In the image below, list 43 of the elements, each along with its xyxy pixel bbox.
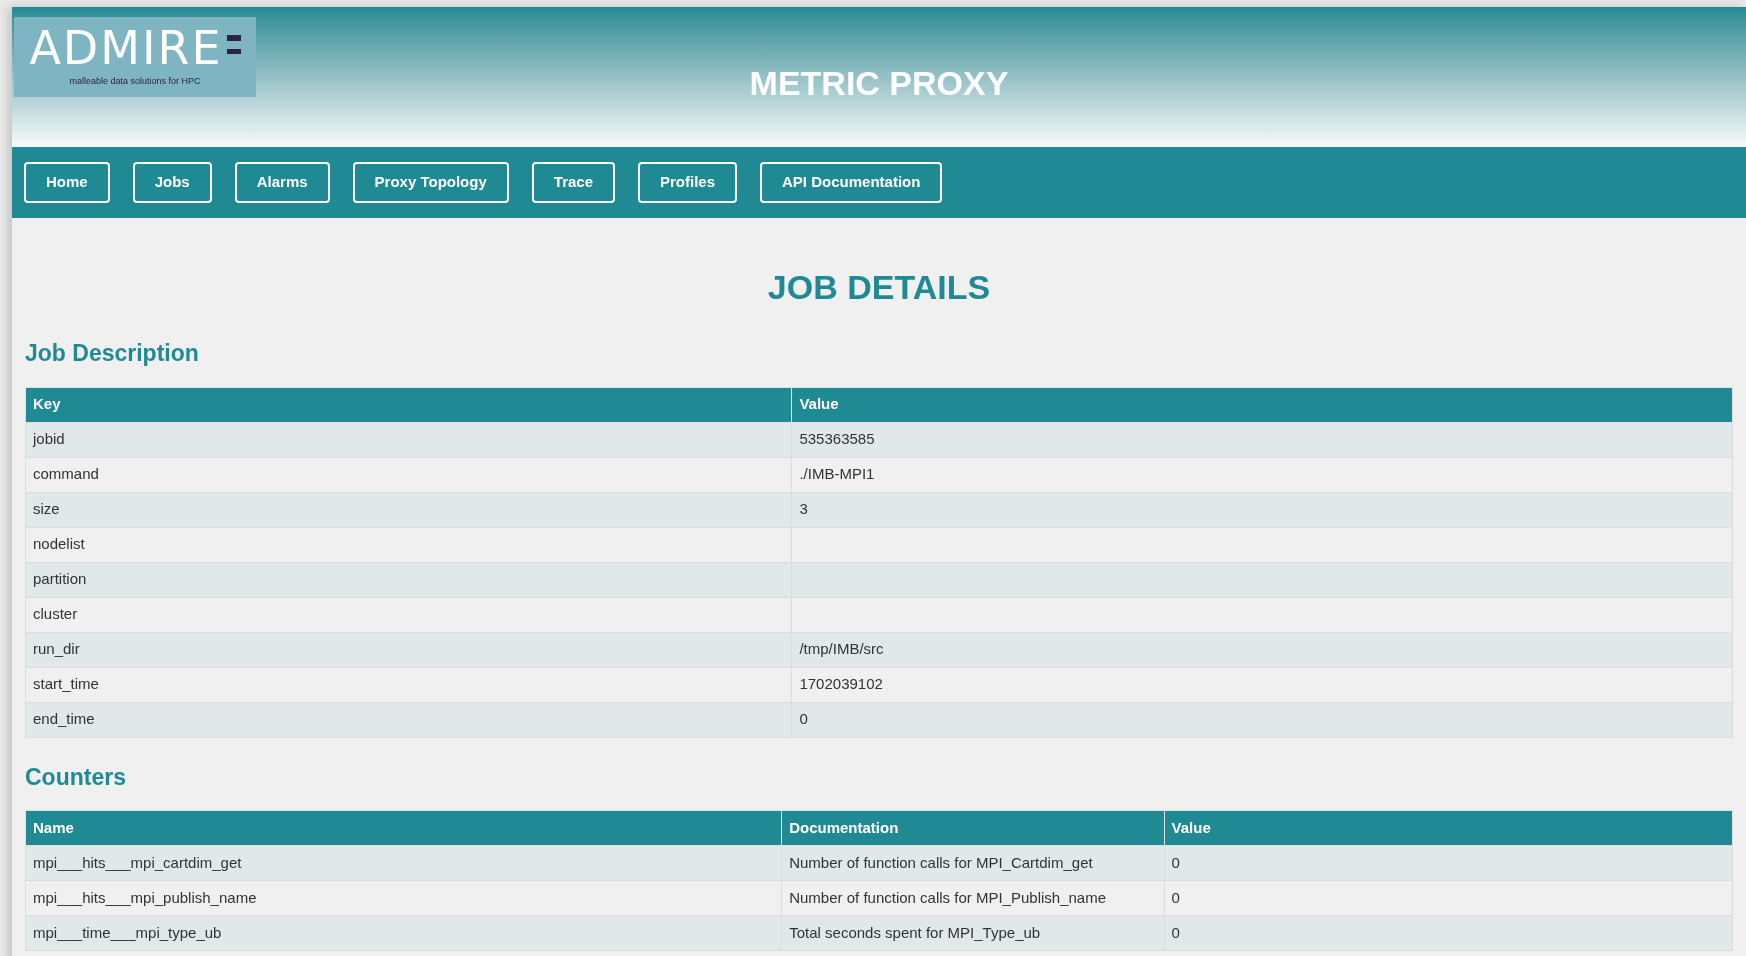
page-title: JOB DETAILS (766, 270, 992, 304)
table-cell: 0 (791, 702, 1733, 737)
table-cell: mpi___hits___mpi_publish_name (25, 880, 782, 916)
table-cell: 0 (1164, 880, 1733, 916)
table-cell: /tmp/IMB/src (791, 632, 1733, 667)
table-cell: jobid (25, 422, 792, 457)
column-header: Key (25, 387, 792, 422)
table-cell: cluster (25, 597, 792, 632)
nav-button[interactable]: Proxy Topology (352, 162, 509, 203)
nav-button[interactable]: Alarms (234, 162, 330, 203)
table-cell: command (25, 457, 792, 492)
table-cell: mpi___time___mpi_type_ub (25, 915, 782, 951)
table-cell: 1702039102 (791, 667, 1733, 702)
table-cell: start_time (25, 667, 792, 702)
column-header: Documentation (781, 810, 1165, 846)
table-cell: 3 (791, 492, 1733, 527)
table-cell: Number of function calls for MPI_Cartdim_get (781, 845, 1165, 881)
table-cell: 535363585 (791, 422, 1733, 457)
table-cell: partition (25, 562, 792, 597)
column-header: Value (1164, 810, 1733, 846)
nav-button[interactable]: Trace (531, 162, 615, 203)
table-cell: ./IMB-MPI1 (791, 457, 1733, 492)
table-cell: Number of function calls for MPI_Publish_name (781, 880, 1165, 916)
table-cell: size (25, 492, 792, 527)
nav-button[interactable]: API Documentation (760, 162, 943, 203)
column-header: Name (25, 810, 782, 846)
table-cell: mpi___hits___mpi_cartdim_get (25, 845, 782, 881)
logo[interactable]: ADMIRE malleable data solutions for HPC (14, 17, 256, 97)
table-cell: 0 (1164, 915, 1733, 951)
logo-wordmark: ADMIRE (29, 25, 223, 72)
table-cell: nodelist (25, 527, 792, 562)
nav-button[interactable]: Home (24, 162, 110, 203)
section-heading: Counters (25, 762, 127, 792)
nav-button[interactable]: Jobs (132, 162, 212, 203)
table-cell: 0 (1164, 845, 1733, 881)
table-cell: end_time (25, 702, 792, 737)
column-header: Value (791, 387, 1733, 422)
table-cell: run_dir (25, 632, 792, 667)
table-cell: Total seconds spent for MPI_Type_ub (781, 915, 1165, 951)
nav-button[interactable]: Profiles (638, 162, 738, 203)
logo-tagline: malleable data solutions for HPC (69, 75, 201, 89)
site-title: METRIC PROXY (749, 62, 1009, 104)
section-heading: Job Description (25, 339, 200, 368)
